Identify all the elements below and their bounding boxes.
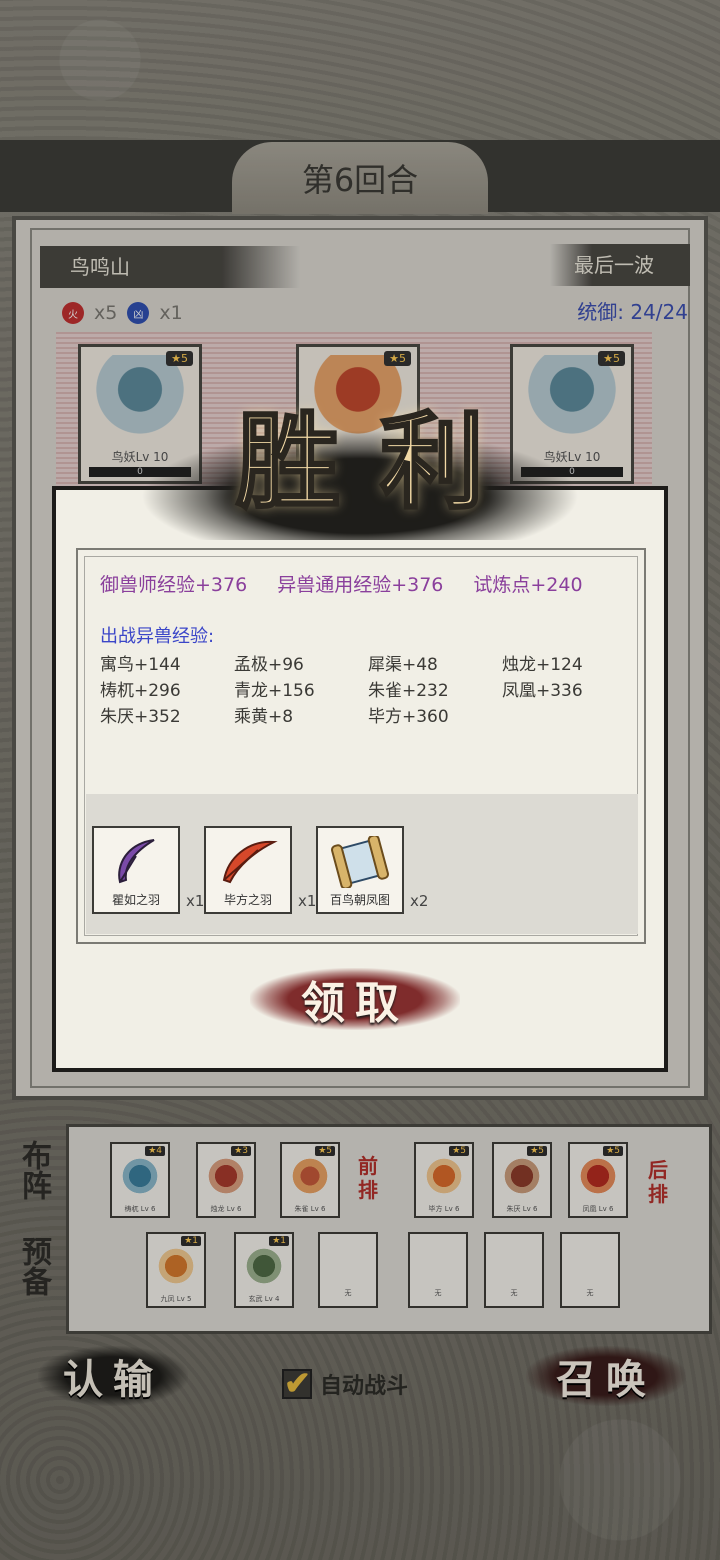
exp-entry: 朱厌+352 — [100, 707, 181, 727]
exp-entry: 乘黄+8 — [234, 707, 294, 727]
exp-entry: 凤凰+336 — [502, 681, 583, 701]
item-quantity: x1 — [186, 892, 205, 910]
victory-char-2: 利 — [378, 398, 485, 524]
exp-entry: 烛龙+124 — [502, 655, 583, 675]
reward-summary: 御兽师经验+376 异兽通用经验+376 试炼点+240 — [100, 570, 583, 597]
item-quantity: x2 — [410, 892, 429, 910]
purple-feather-icon — [118, 839, 155, 884]
victory-char-1: 胜 — [234, 398, 341, 524]
exp-entry: 朱雀+232 — [368, 681, 449, 701]
item-name: 百鸟朝凤图 — [329, 893, 390, 907]
reward-item[interactable]: 瞿如之羽 x1 — [92, 826, 204, 914]
victory-title: 胜 利 — [220, 382, 500, 524]
reward-item[interactable]: 百鸟朝凤图 x2 — [316, 826, 428, 914]
exp-entry: 孟极+96 — [234, 655, 304, 675]
exp-entry: 寓鸟+144 — [100, 655, 181, 675]
beast-exp-list: 寓鸟+144 孟极+96 犀渠+48 烛龙+124 梼杌+296 青龙+156 … — [100, 650, 636, 727]
item-name: 毕方之羽 — [223, 893, 272, 907]
red-feather-icon — [222, 840, 278, 884]
claim-button[interactable]: 领取 — [250, 968, 460, 1030]
trial-points: 试炼点+240 — [473, 574, 583, 596]
tamer-exp: 御兽师经验+376 — [100, 574, 248, 596]
reward-item[interactable]: 毕方之羽 x1 — [204, 826, 316, 914]
item-name: 瞿如之羽 — [111, 893, 160, 907]
exp-entry: 犀渠+48 — [368, 655, 438, 675]
beast-exp-title: 出战异兽经验: — [100, 626, 215, 647]
beast-common-exp: 异兽通用经验+376 — [277, 574, 444, 596]
item-quantity: x1 — [298, 892, 317, 910]
scroll-icon — [331, 836, 389, 888]
exp-entry: 青龙+156 — [234, 681, 315, 701]
exp-entry: 毕方+360 — [368, 707, 449, 727]
exp-entry: 梼杌+296 — [100, 681, 181, 701]
